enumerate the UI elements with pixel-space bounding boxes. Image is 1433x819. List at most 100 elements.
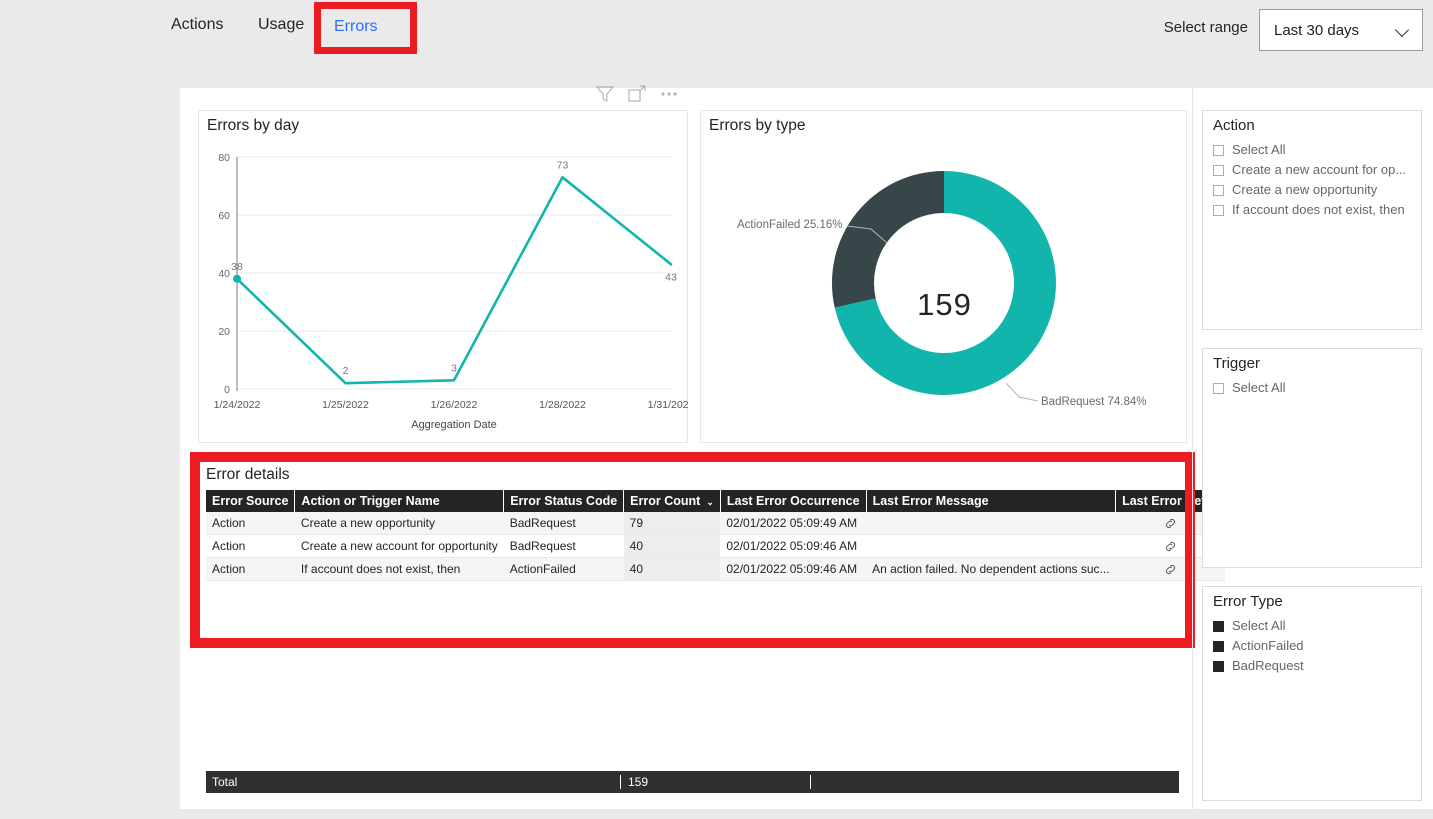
donut-label-actionfailed: ActionFailed 25.16% [737, 219, 842, 231]
cell-last-error-message: An action failed. No dependent actions s… [866, 558, 1116, 581]
svg-text:60: 60 [218, 210, 230, 222]
svg-text:20: 20 [218, 326, 230, 338]
filter-item-select-all[interactable]: Select All [1213, 616, 1411, 636]
filter-item-label: Select All [1232, 616, 1285, 636]
checkbox-icon[interactable] [1213, 185, 1224, 196]
errors-by-day-chart: 020406080382373431/24/20221/25/20221/26/… [199, 141, 689, 441]
column-header-last-error-occurrence[interactable]: Last Error Occurrence [720, 490, 866, 512]
cell-error-count: 40 [624, 535, 721, 558]
table-body: Action Create a new opportunity BadReque… [206, 512, 1225, 581]
cell-last-error-message [866, 512, 1116, 535]
cell-action-or-trigger-name: Create a new opportunity [295, 512, 504, 535]
error-details-table: Error Source Action or Trigger Name Erro… [206, 490, 1225, 581]
more-options-icon[interactable] [659, 84, 679, 104]
select-range-label: Select range [1164, 19, 1248, 36]
column-header-error-status-code[interactable]: Error Status Code [504, 490, 624, 512]
filter-card-action[interactable]: Action Select All Create a new account f… [1202, 110, 1422, 330]
svg-text:1/25/2022: 1/25/2022 [322, 399, 369, 411]
svg-text:3: 3 [451, 362, 457, 374]
checkbox-icon[interactable] [1213, 145, 1224, 156]
filter-item-label: Select All [1232, 140, 1285, 160]
filter-item-label: Select All [1232, 378, 1285, 398]
filter-rail: Action Select All Create a new account f… [1202, 110, 1422, 819]
donut-label-badrequest: BadRequest 74.84% [1041, 396, 1147, 408]
checkbox-icon[interactable] [1213, 205, 1224, 216]
cell-error-status-code: BadRequest [504, 535, 624, 558]
donut-center-total: 159 [701, 287, 1188, 323]
range-dropdown-value: Last 30 days [1274, 22, 1359, 39]
svg-text:38: 38 [231, 261, 243, 273]
checkbox-icon[interactable] [1213, 383, 1224, 394]
errors-by-type-donut [701, 131, 1188, 436]
top-navigation-bar: Actions Usage Errors Select range Last 3… [0, 0, 1433, 58]
tab-usage[interactable]: Usage [258, 16, 304, 34]
svg-text:1/24/2022: 1/24/2022 [214, 399, 261, 411]
checkbox-checked-icon[interactable] [1213, 661, 1224, 672]
cell-error-status-code: BadRequest [504, 512, 624, 535]
filter-item-badrequest[interactable]: BadRequest [1213, 656, 1411, 676]
link-icon[interactable] [1164, 540, 1177, 553]
column-header-last-error-message[interactable]: Last Error Message [866, 490, 1116, 512]
errors-by-day-title: Errors by day [207, 117, 299, 135]
cell-error-count: 40 [624, 558, 721, 581]
callout-line-badrequest [1006, 383, 1038, 401]
cell-error-status-code: ActionFailed [504, 558, 624, 581]
error-details-visual[interactable]: Error details Error Source Action or Tri… [198, 460, 1187, 639]
cell-last-error-occurrence: 02/01/2022 05:09:46 AM [720, 535, 866, 558]
table-header-row: Error Source Action or Trigger Name Erro… [206, 490, 1225, 512]
svg-text:40: 40 [218, 268, 230, 280]
column-header-error-count[interactable]: Error Count ⌄ [624, 490, 721, 512]
checkbox-checked-icon[interactable] [1213, 641, 1224, 652]
visual-toolbar [595, 84, 679, 104]
filter-item-label: Create a new account for op... [1232, 160, 1406, 180]
filter-item-actionfailed[interactable]: ActionFailed [1213, 636, 1411, 656]
cell-error-count: 79 [624, 512, 721, 535]
filter-item-select-all[interactable]: Select All [1213, 140, 1411, 160]
cell-last-error-occurrence: 02/01/2022 05:09:49 AM [720, 512, 866, 535]
column-header-error-source[interactable]: Error Source [206, 490, 295, 512]
errors-by-type-visual[interactable]: Errors by type 159 ActionFailed 25.16% B… [700, 110, 1187, 443]
tab-actions[interactable]: Actions [171, 16, 223, 34]
filter-item-label: ActionFailed [1232, 636, 1304, 656]
svg-text:1/31/2022: 1/31/2022 [648, 399, 689, 411]
link-icon[interactable] [1164, 517, 1177, 530]
range-dropdown[interactable]: Last 30 days [1259, 9, 1423, 51]
table-row[interactable]: Action Create a new account for opportun… [206, 535, 1225, 558]
filter-item-label: BadRequest [1232, 656, 1304, 676]
sort-descending-icon: ⌄ [706, 497, 714, 508]
cell-error-source: Action [206, 512, 295, 535]
cell-action-or-trigger-name: If account does not exist, then [295, 558, 504, 581]
chevron-down-icon [1396, 23, 1410, 37]
table-row[interactable]: Action If account does not exist, then A… [206, 558, 1225, 581]
checkbox-icon[interactable] [1213, 165, 1224, 176]
svg-text:1/28/2022: 1/28/2022 [539, 399, 586, 411]
filter-card-trigger[interactable]: Trigger Select All [1202, 348, 1422, 568]
cell-error-source: Action [206, 535, 295, 558]
column-header-action-or-trigger-name[interactable]: Action or Trigger Name [295, 490, 504, 512]
svg-text:80: 80 [218, 152, 230, 164]
focus-mode-icon[interactable] [627, 84, 647, 104]
table-total-row: Total 159 [206, 771, 1179, 793]
filter-icon[interactable] [595, 84, 615, 104]
svg-text:1/26/2022: 1/26/2022 [431, 399, 478, 411]
svg-text:2: 2 [343, 365, 349, 377]
column-header-error-count-label: Error Count [630, 494, 700, 508]
filter-title-trigger: Trigger [1213, 355, 1411, 372]
table-row[interactable]: Action Create a new opportunity BadReque… [206, 512, 1225, 535]
filter-item-if-account-does-not-exist[interactable]: If account does not exist, then [1213, 200, 1411, 220]
filter-card-error-type[interactable]: Error Type Select All ActionFailed BadRe… [1202, 586, 1422, 801]
cell-last-error-message [866, 535, 1116, 558]
report-canvas: Errors by day 020406080382373431/24/2022… [180, 88, 1433, 809]
error-details-title: Error details [206, 466, 290, 484]
errors-by-day-visual[interactable]: Errors by day 020406080382373431/24/2022… [198, 110, 688, 443]
link-icon[interactable] [1164, 563, 1177, 576]
svg-text:73: 73 [557, 159, 569, 171]
cell-last-error-occurrence: 02/01/2022 05:09:46 AM [720, 558, 866, 581]
filter-item-create-a-new-account[interactable]: Create a new account for op... [1213, 160, 1411, 180]
tab-errors[interactable]: Errors [334, 18, 378, 36]
svg-text:43: 43 [665, 271, 677, 283]
filter-item-create-a-new-opportunity[interactable]: Create a new opportunity [1213, 180, 1411, 200]
filter-title-action: Action [1213, 117, 1411, 134]
checkbox-checked-icon[interactable] [1213, 621, 1224, 632]
filter-item-select-all[interactable]: Select All [1213, 378, 1411, 398]
